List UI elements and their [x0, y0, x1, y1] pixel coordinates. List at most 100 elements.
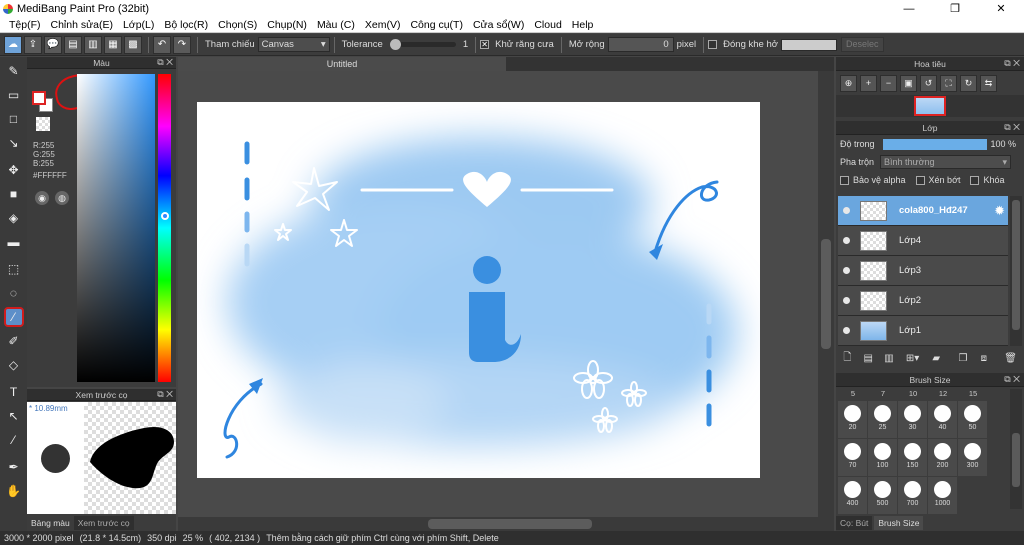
- brush-size-option[interactable]: 12: [928, 389, 958, 401]
- lasso-tool-icon[interactable]: ◌: [4, 283, 24, 303]
- deselect-button[interactable]: Deselec: [840, 37, 884, 52]
- menu-cloud[interactable]: Cloud: [529, 19, 566, 31]
- protect-alpha-checkbox[interactable]: [840, 175, 849, 185]
- folder-icon[interactable]: ▰: [929, 350, 944, 366]
- scrollbar-thumb[interactable]: [1012, 200, 1020, 330]
- brush-size-option[interactable]: 150: [898, 439, 928, 477]
- brush-size-option[interactable]: 5: [838, 389, 868, 401]
- brush-size-scrollbar[interactable]: [1010, 389, 1022, 509]
- brush-size-option[interactable]: 7: [868, 389, 898, 401]
- redo-icon[interactable]: ↷: [173, 35, 191, 54]
- panel-icon[interactable]: ▦: [104, 35, 122, 54]
- brush-size-option[interactable]: 10: [898, 389, 928, 401]
- hue-slider[interactable]: [158, 74, 171, 382]
- rotate-right-icon[interactable]: ↻: [960, 74, 977, 92]
- pen-tool-icon[interactable]: ↘: [4, 133, 24, 153]
- brush-size-option[interactable]: 70: [838, 439, 868, 477]
- move-tool-icon[interactable]: ✥: [4, 160, 24, 180]
- brush-size-option[interactable]: 100: [868, 439, 898, 477]
- minimize-button[interactable]: —: [886, 0, 932, 17]
- brush-size-option[interactable]: 40: [928, 401, 958, 439]
- canvas-area[interactable]: [178, 71, 834, 517]
- export-icon[interactable]: ⇪: [24, 35, 42, 54]
- palette-icon[interactable]: ◉: [35, 191, 49, 205]
- undo-icon[interactable]: ↶: [153, 35, 171, 54]
- cloud-icon[interactable]: ☁: [4, 35, 22, 54]
- brush-size-option[interactable]: 700: [898, 477, 928, 515]
- drawing-canvas[interactable]: [197, 102, 760, 478]
- maximize-button[interactable]: ❐: [932, 0, 978, 17]
- antialias-checkbox[interactable]: ✕: [480, 40, 490, 49]
- menu-view[interactable]: Xem(V): [360, 19, 406, 31]
- select-tool-icon[interactable]: ⬚: [4, 259, 24, 279]
- tab-brush-preview[interactable]: Xem trước cọ: [73, 516, 134, 530]
- brush-size-option[interactable]: 15: [958, 389, 988, 401]
- menu-color[interactable]: Màu (C): [312, 19, 360, 31]
- brush-size-option[interactable]: 500: [868, 477, 898, 515]
- expand-input[interactable]: 0: [607, 37, 674, 52]
- menu-layer[interactable]: Lớp(L): [118, 19, 159, 31]
- horizontal-scrollbar[interactable]: [178, 517, 834, 531]
- tab-palette[interactable]: Bảng màu: [27, 516, 74, 530]
- brush-size-option[interactable]: 25: [868, 401, 898, 439]
- panel-controls-icon[interactable]: ⧉ ✕: [1004, 374, 1020, 385]
- zoom-out-icon[interactable]: −: [880, 74, 897, 92]
- zoom-in-icon[interactable]: +: [860, 74, 877, 92]
- eraser-tool-icon[interactable]: ▭: [4, 85, 24, 105]
- brush-tool-icon[interactable]: ✎: [4, 61, 24, 81]
- brush-size-option[interactable]: 400: [838, 477, 868, 515]
- operation-tool-icon[interactable]: ↖: [4, 406, 24, 426]
- layer-scrollbar[interactable]: [1010, 196, 1022, 346]
- actual-size-icon[interactable]: ⛶: [940, 74, 957, 92]
- panel-controls-icon[interactable]: ⧉ ✕: [157, 389, 173, 400]
- menu-file[interactable]: Tệp(F): [4, 19, 46, 31]
- palette-add-icon[interactable]: ◍: [55, 191, 69, 205]
- visibility-eye-icon[interactable]: [843, 297, 850, 304]
- brush-size-option[interactable]: 300: [958, 439, 988, 477]
- menu-snap[interactable]: Chụp(N): [262, 19, 312, 31]
- brush-size-option[interactable]: 1000: [928, 477, 958, 515]
- menu-window[interactable]: Cửa sổ(W): [468, 19, 529, 31]
- menu-help[interactable]: Help: [567, 19, 599, 31]
- layer-item[interactable]: cola800_Hđ247 ✹: [838, 196, 1008, 226]
- page-icon[interactable]: ▥: [84, 35, 102, 54]
- eyedropper-tool-icon[interactable]: ✒: [4, 457, 24, 477]
- merge-layer-icon[interactable]: ⧈: [976, 350, 991, 366]
- visibility-eye-icon[interactable]: [843, 237, 850, 244]
- close-gap-checkbox[interactable]: [708, 40, 718, 49]
- magic-wand-tool-icon[interactable]: ⁄: [3, 307, 24, 327]
- zoom-fit-icon[interactable]: ⊕: [840, 74, 857, 92]
- new-1bit-layer-icon[interactable]: ▥: [882, 350, 897, 366]
- layer-item[interactable]: Lớp3: [838, 256, 1008, 286]
- visibility-eye-icon[interactable]: [843, 327, 850, 334]
- saturation-value-square[interactable]: [77, 74, 155, 382]
- layer-item[interactable]: Lớp4: [838, 226, 1008, 256]
- panel-controls-icon[interactable]: ⧉ ✕: [1004, 122, 1020, 133]
- blend-mode-select[interactable]: Bình thường ▾: [880, 155, 1012, 169]
- add-layer-menu-icon[interactable]: ⊞▾: [902, 350, 922, 366]
- navigator-thumbnail[interactable]: [914, 96, 946, 116]
- new-8bit-layer-icon[interactable]: ▤: [861, 350, 876, 366]
- menu-filter[interactable]: Bộ lọc(R): [159, 19, 213, 31]
- fit-window-icon[interactable]: ▣: [900, 74, 917, 92]
- document-tab[interactable]: Untitled: [178, 57, 506, 71]
- fill-rect-tool-icon[interactable]: ■: [4, 184, 24, 204]
- duplicate-layer-icon[interactable]: ❐: [956, 350, 971, 366]
- trash-icon[interactable]: 🗑: [1003, 350, 1018, 366]
- hand-tool-icon[interactable]: ✋: [4, 481, 24, 501]
- comment-icon[interactable]: ▤: [64, 35, 82, 54]
- gradient-tool-icon[interactable]: ▬: [4, 232, 24, 252]
- slider-knob[interactable]: [389, 39, 401, 50]
- menu-tools[interactable]: Công cụ(T): [405, 19, 468, 31]
- layer-item[interactable]: Lớp1: [838, 316, 1008, 346]
- menu-select[interactable]: Chọn(S): [213, 19, 262, 31]
- opacity-slider[interactable]: [882, 138, 987, 150]
- close-button[interactable]: ✕: [978, 0, 1024, 17]
- text-tool-icon[interactable]: T: [4, 382, 24, 402]
- brush-size-option[interactable]: 30: [898, 401, 928, 439]
- bucket-tool-icon[interactable]: ◈: [4, 208, 24, 228]
- flip-icon[interactable]: ⇆: [980, 74, 997, 92]
- brush-size-option[interactable]: 20: [838, 401, 868, 439]
- gear-icon[interactable]: ✹: [994, 203, 1005, 219]
- brush-size-option[interactable]: 200: [928, 439, 958, 477]
